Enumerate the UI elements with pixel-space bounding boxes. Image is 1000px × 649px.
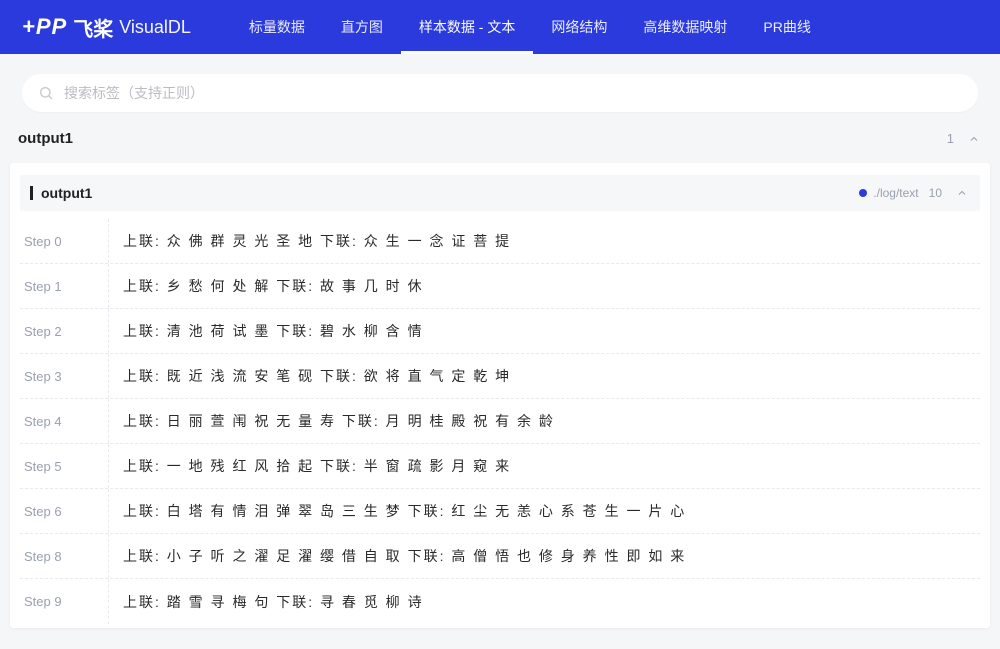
step-text: 上联: 清 池 荷 试 墨 下联: 碧 水 柳 含 情 [108, 309, 980, 353]
nav-item-scalars[interactable]: 标量数据 [231, 0, 323, 54]
output-card: output1 ./log/text 10 Step 0 上联: 众 佛 群 灵… [10, 163, 990, 628]
step-text: 上联: 踏 雪 寻 梅 句 下联: 寻 春 觅 柳 诗 [108, 579, 980, 624]
step-label: Step 1 [20, 279, 108, 294]
table-row: Step 6 上联: 白 塔 有 情 泪 弹 翠 岛 三 生 梦 下联: 红 尘… [20, 489, 980, 534]
card-header-bar-icon [30, 186, 33, 200]
section-title: output1 [18, 130, 947, 147]
step-text: 上联: 乡 愁 何 处 解 下联: 故 事 几 时 休 [108, 264, 980, 308]
table-row: Step 4 上联: 日 丽 萱 闱 祝 无 量 寿 下联: 月 明 桂 殿 祝… [20, 399, 980, 444]
search-icon [38, 85, 54, 101]
step-label: Step 3 [20, 369, 108, 384]
search-box[interactable] [22, 74, 978, 112]
steps-table: Step 0 上联: 众 佛 群 灵 光 圣 地 下联: 众 生 一 念 证 菩… [20, 219, 980, 624]
run-count: 10 [929, 186, 942, 200]
nav-tabs: 标量数据 直方图 样本数据 - 文本 网络结构 高维数据映射 PR曲线 [231, 0, 829, 54]
table-row: Step 1 上联: 乡 愁 何 处 解 下联: 故 事 几 时 休 [20, 264, 980, 309]
card-collapse-icon[interactable] [956, 187, 968, 199]
step-label: Step 4 [20, 414, 108, 429]
table-row: Step 5 上联: 一 地 残 红 风 拾 起 下联: 半 窗 疏 影 月 窥… [20, 444, 980, 489]
search-row [0, 54, 1000, 126]
step-label: Step 5 [20, 459, 108, 474]
step-label: Step 8 [20, 549, 108, 564]
logo: +PP 飞桨 VisualDL [22, 13, 191, 42]
step-text: 上联: 既 近 浅 流 安 笔 砚 下联: 欲 将 直 气 定 乾 坤 [108, 354, 980, 398]
table-row: Step 0 上联: 众 佛 群 灵 光 圣 地 下联: 众 生 一 念 证 菩… [20, 219, 980, 264]
logo-mark: +PP [22, 14, 67, 40]
run-color-dot-icon [859, 189, 867, 197]
nav-item-pr-curve[interactable]: PR曲线 [745, 0, 828, 54]
nav-item-embedding[interactable]: 高维数据映射 [625, 0, 745, 54]
table-row: Step 2 上联: 清 池 荷 试 墨 下联: 碧 水 柳 含 情 [20, 309, 980, 354]
header-nav: +PP 飞桨 VisualDL 标量数据 直方图 样本数据 - 文本 网络结构 … [0, 0, 1000, 54]
nav-item-histograms[interactable]: 直方图 [323, 0, 401, 54]
card-header: output1 ./log/text 10 [20, 175, 980, 211]
section-count: 1 [947, 131, 954, 146]
step-text: 上联: 日 丽 萱 闱 祝 无 量 寿 下联: 月 明 桂 殿 祝 有 余 龄 [108, 399, 980, 443]
nav-item-sample-text[interactable]: 样本数据 - 文本 [401, 0, 533, 54]
step-text: 上联: 众 佛 群 灵 光 圣 地 下联: 众 生 一 念 证 菩 提 [108, 219, 980, 263]
logo-cn: 飞桨 [73, 13, 113, 42]
section-header: output1 1 [10, 126, 990, 157]
step-text: 上联: 小 子 听 之 濯 足 濯 缨 借 自 取 下联: 高 僧 悟 也 修 … [108, 534, 980, 578]
step-label: Step 6 [20, 504, 108, 519]
card-title: output1 [41, 185, 859, 201]
table-row: Step 9 上联: 踏 雪 寻 梅 句 下联: 寻 春 觅 柳 诗 [20, 579, 980, 624]
run-path: ./log/text [873, 186, 918, 200]
search-input[interactable] [64, 74, 962, 112]
step-text: 上联: 一 地 残 红 风 拾 起 下联: 半 窗 疏 影 月 窥 来 [108, 444, 980, 488]
step-text: 上联: 白 塔 有 情 泪 弹 翠 岛 三 生 梦 下联: 红 尘 无 恙 心 … [108, 489, 980, 533]
table-row: Step 3 上联: 既 近 浅 流 安 笔 砚 下联: 欲 将 直 气 定 乾… [20, 354, 980, 399]
step-label: Step 9 [20, 594, 108, 609]
logo-product: VisualDL [119, 17, 191, 38]
step-label: Step 2 [20, 324, 108, 339]
nav-item-graph[interactable]: 网络结构 [533, 0, 625, 54]
table-row: Step 8 上联: 小 子 听 之 濯 足 濯 缨 借 自 取 下联: 高 僧… [20, 534, 980, 579]
section-collapse-icon[interactable] [968, 133, 980, 145]
step-label: Step 0 [20, 234, 108, 249]
